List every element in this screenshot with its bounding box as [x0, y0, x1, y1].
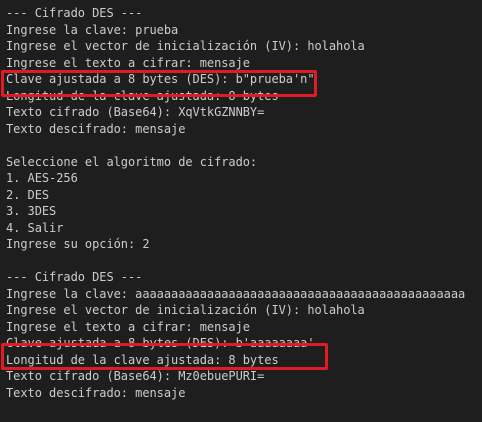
terminal-line: Ingrese el vector de inicialización (IV)…	[6, 303, 365, 317]
terminal-line: 1. AES-256	[6, 171, 78, 185]
terminal-line: Seleccione el algoritmo de cifrado:	[6, 154, 258, 169]
terminal-line: Longitud de la clave ajustada: 8 bytes	[6, 88, 279, 103]
terminal-output[interactable]: --- Cifrado DES --- Ingrese la clave: pr…	[0, 0, 482, 422]
terminal-line: Texto descifrado: mensaje	[6, 385, 186, 400]
terminal-line: Ingrese su opción: 2	[6, 237, 150, 251]
terminal-line: Longitud de la clave ajustada: 8 bytes	[6, 352, 279, 367]
terminal-line: 3. 3DES	[6, 204, 57, 218]
terminal-line: --- Cifrado DES ---	[6, 6, 143, 20]
terminal-line: Ingrese la clave: prueba	[6, 22, 179, 37]
terminal-line: 4. Salir	[6, 220, 64, 235]
terminal-line-highlighted: Clave ajustada a 8 bytes (DES): b'aaaaaa…	[6, 336, 315, 350]
terminal-line: 2. DES	[6, 187, 50, 202]
terminal-line: Ingrese la clave: aaaaaaaaaaaaaaaaaaaaaa…	[6, 286, 466, 301]
terminal-line: Ingrese el texto a cifrar: mensaje	[6, 319, 250, 334]
terminal-line-highlighted: Clave ajustada a 8 bytes (DES): b"prueba…	[6, 72, 315, 86]
terminal-line: Texto descifrado: mensaje	[6, 121, 186, 136]
terminal-line: Texto cifrado (Base64): XqVtkGZNNBY=	[6, 105, 265, 119]
terminal-line: Texto cifrado (Base64): Mz0ebuePURI=	[6, 369, 265, 383]
terminal-line: --- Cifrado DES ---	[6, 270, 143, 284]
terminal-line: Ingrese el vector de inicialización (IV)…	[6, 39, 365, 53]
terminal-line: Ingrese el texto a cifrar: mensaje	[6, 55, 250, 70]
